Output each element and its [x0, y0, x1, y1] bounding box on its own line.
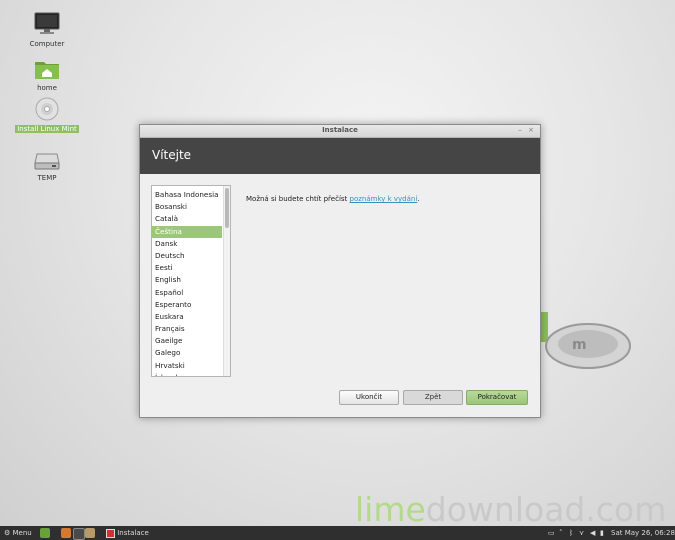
- clock[interactable]: Sat May 26, 06:28: [611, 526, 675, 540]
- language-list[interactable]: Bahasa Indonesia Bosanski Català Čeština Dan…: [151, 185, 231, 377]
- menu-label: Menu: [12, 529, 32, 537]
- mint-logo-decoration: m: [538, 312, 631, 369]
- show-desktop-icon[interactable]: [40, 528, 50, 538]
- language-item[interactable]: Íslenska: [152, 372, 222, 376]
- language-item[interactable]: Čeština: [152, 225, 222, 238]
- taskbar-window-instalace[interactable]: Instalace: [106, 526, 149, 540]
- watermark-lime: lime: [355, 490, 426, 529]
- language-item[interactable]: Español: [152, 287, 222, 299]
- disc-icon: [35, 97, 59, 121]
- bluetooth-icon[interactable]: ᛒ: [569, 526, 573, 540]
- minimize-icon[interactable]: –: [516, 126, 524, 134]
- release-notes-link[interactable]: poznámky k vydání: [350, 195, 418, 203]
- volume-icon[interactable]: ◀: [590, 526, 595, 540]
- computer-icon: [34, 12, 60, 34]
- language-scrollbar[interactable]: [223, 186, 230, 376]
- language-item[interactable]: Galego: [152, 347, 222, 359]
- home-folder-icon: [35, 62, 59, 79]
- language-item[interactable]: Français: [152, 323, 222, 335]
- menu-button[interactable]: ⚙ Menu: [4, 526, 32, 540]
- language-item[interactable]: Eesti: [152, 262, 222, 274]
- language-item[interactable]: Euskara: [152, 311, 222, 323]
- installer-window: Instalace – × Vítejte Bahasa Indonesia Bo…: [139, 124, 541, 418]
- window-title: Instalace: [322, 126, 358, 134]
- desktop-icon-home[interactable]: home: [12, 58, 82, 92]
- page-header: Vítejte: [140, 138, 540, 174]
- desktop-icon-temp[interactable]: TEMP: [12, 150, 82, 182]
- close-icon[interactable]: ×: [527, 126, 535, 134]
- language-item[interactable]: Bosanski: [152, 201, 222, 213]
- notes-suffix: .: [417, 195, 420, 203]
- language-item[interactable]: Bahasa Indonesia: [152, 189, 222, 201]
- language-item[interactable]: Dansk: [152, 238, 222, 250]
- terminal-icon[interactable]: [73, 528, 85, 540]
- battery-icon[interactable]: ▮: [600, 526, 604, 540]
- page-title: Vítejte: [152, 148, 192, 162]
- language-item[interactable]: Hrvatski: [152, 360, 222, 372]
- scrollbar-thumb[interactable]: [225, 188, 229, 228]
- network-icon[interactable]: ▭: [548, 526, 555, 540]
- files-icon[interactable]: [85, 528, 95, 538]
- watermark: limedownload.com: [355, 490, 666, 529]
- wifi-icon[interactable]: ⋎: [579, 526, 584, 540]
- language-item[interactable]: English: [152, 274, 222, 286]
- desktop-icon-computer[interactable]: Computer: [12, 12, 82, 48]
- drive-icon: [34, 153, 60, 170]
- quit-button[interactable]: Ukončit: [339, 390, 399, 405]
- language-item[interactable]: Català: [152, 213, 222, 225]
- window-task-icon: [106, 528, 115, 538]
- continue-button[interactable]: Pokračovat: [466, 390, 528, 405]
- window-titlebar[interactable]: Instalace – ×: [140, 125, 540, 138]
- release-notes-text: Možná si budete chtít přečíst poznámky k…: [246, 195, 420, 203]
- language-item[interactable]: Gaeilge: [152, 335, 222, 347]
- desktop-icon-label: Computer: [29, 40, 65, 48]
- desktop-icon-label: TEMP: [37, 174, 57, 182]
- svg-text:m: m: [572, 337, 587, 353]
- desktop-icon-label: Install Linux Mint: [15, 125, 79, 133]
- language-item[interactable]: Esperanto: [152, 299, 222, 311]
- mint-menu-icon: ⚙: [4, 529, 11, 537]
- firefox-icon[interactable]: [61, 528, 71, 538]
- taskbar: ⚙ Menu Instalace ▭ ˄ ᛒ ⋎ ◀ ▮ Sat May 26,…: [0, 526, 675, 540]
- back-button[interactable]: Zpět: [403, 390, 463, 405]
- language-item[interactable]: Deutsch: [152, 250, 222, 262]
- notes-prefix: Možná si budete chtít přečíst: [246, 195, 350, 203]
- window-task-label: Instalace: [117, 529, 149, 537]
- desktop-icon-install-linux-mint[interactable]: Install Linux Mint: [12, 97, 82, 133]
- watermark-rest: download.com: [425, 490, 667, 529]
- desktop-icon-label: home: [37, 84, 57, 92]
- language-items: Bahasa Indonesia Bosanski Català Čeština Dan…: [152, 189, 222, 376]
- chevron-up-icon[interactable]: ˄: [559, 526, 563, 540]
